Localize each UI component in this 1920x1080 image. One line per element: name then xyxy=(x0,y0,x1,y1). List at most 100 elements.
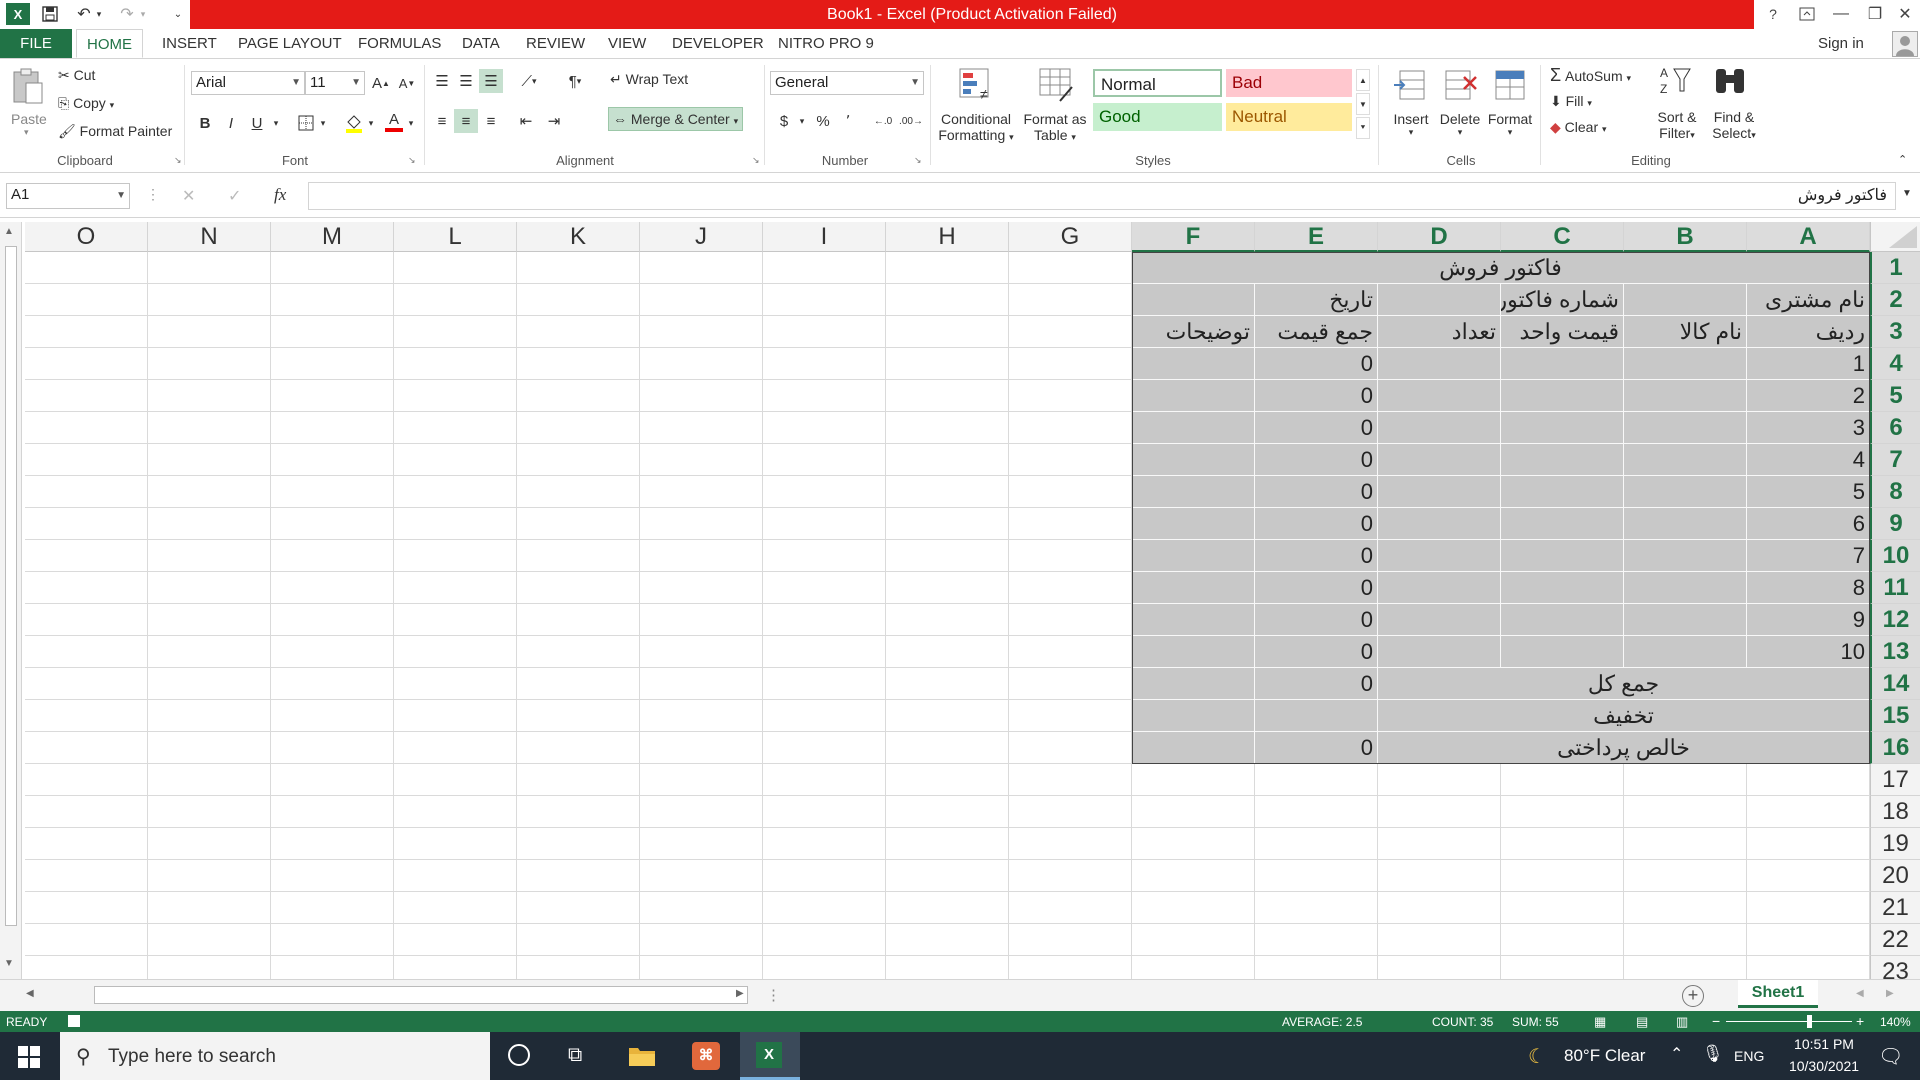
grid-cell[interactable] xyxy=(763,508,886,540)
grid-cell[interactable] xyxy=(271,828,394,860)
grid-cell[interactable] xyxy=(1132,956,1255,979)
row-header[interactable]: 21 xyxy=(1870,892,1920,924)
column-header[interactable]: M xyxy=(271,222,394,252)
delete-cells-button[interactable]: Delete ▾ xyxy=(1436,111,1484,138)
grid-cell[interactable] xyxy=(763,636,886,668)
grid-cell[interactable] xyxy=(1255,764,1378,796)
grid-cell[interactable] xyxy=(394,892,517,924)
grid-cell[interactable] xyxy=(763,764,886,796)
grid-cell[interactable] xyxy=(763,316,886,348)
grid-cell[interactable] xyxy=(886,412,1009,444)
confirm-entry-icon[interactable]: ✓ xyxy=(228,186,241,206)
grid-cell[interactable] xyxy=(886,956,1009,979)
zoom-level[interactable]: 140% xyxy=(1880,1015,1911,1029)
grid-cell[interactable] xyxy=(886,828,1009,860)
grid-cell[interactable] xyxy=(886,700,1009,732)
grid-cell[interactable] xyxy=(1501,636,1624,668)
grand-total-cell[interactable]: 0 xyxy=(1255,668,1378,700)
grid-cell[interactable] xyxy=(763,252,886,284)
search-input[interactable]: Type here to search xyxy=(108,1046,276,1068)
grid-cell[interactable] xyxy=(148,860,271,892)
grid-cell[interactable] xyxy=(271,700,394,732)
tab-review[interactable]: REVIEW xyxy=(516,29,595,58)
grid-cell[interactable] xyxy=(517,284,640,316)
grid-cell[interactable] xyxy=(763,540,886,572)
column-header[interactable]: H xyxy=(886,222,1009,252)
grid-cell[interactable] xyxy=(25,316,148,348)
italic-button[interactable]: I xyxy=(222,111,240,135)
grid-cell[interactable] xyxy=(763,284,886,316)
align-top-icon[interactable]: ☰ xyxy=(430,69,454,93)
font-name-select[interactable]: Arial ▼ xyxy=(191,71,305,95)
vertical-scroll-thumb[interactable] xyxy=(5,246,17,926)
grid-cell[interactable] xyxy=(25,956,148,979)
grid-cell[interactable] xyxy=(517,828,640,860)
grid-cell[interactable] xyxy=(1378,540,1501,572)
close-icon[interactable]: ✕ xyxy=(1890,2,1920,26)
row-total-cell[interactable]: 0 xyxy=(1255,540,1378,572)
grid-cell[interactable] xyxy=(25,668,148,700)
grid-cell[interactable] xyxy=(763,348,886,380)
grid-cell[interactable] xyxy=(1747,956,1870,979)
grid-cell[interactable] xyxy=(271,732,394,764)
grid-cell[interactable] xyxy=(1132,540,1255,572)
grid-cell[interactable] xyxy=(271,508,394,540)
grid-cell[interactable] xyxy=(640,476,763,508)
chevron-up-icon[interactable]: ⌃ xyxy=(1670,1044,1683,1064)
row-header[interactable]: 12 xyxy=(1870,604,1920,636)
file-explorer-icon[interactable] xyxy=(628,1044,656,1072)
grid-cell[interactable] xyxy=(394,348,517,380)
grid-cell[interactable] xyxy=(1009,668,1132,700)
grid-cell[interactable] xyxy=(148,572,271,604)
format-as-table-icon[interactable] xyxy=(1038,67,1074,103)
grid-cell[interactable] xyxy=(886,572,1009,604)
help-button[interactable]: ? xyxy=(1758,2,1788,26)
grid-cell[interactable] xyxy=(886,764,1009,796)
font-color-dropdown-icon[interactable]: ▾ xyxy=(406,111,416,135)
horizontal-scroll-thumb[interactable] xyxy=(94,986,748,1004)
autosum-button[interactable]: Σ AutoSum ▾ xyxy=(1550,65,1631,86)
collapse-ribbon-icon[interactable]: ⌃ xyxy=(1898,153,1907,166)
row-header[interactable]: 17 xyxy=(1870,764,1920,796)
grid-cell[interactable] xyxy=(148,380,271,412)
weather-text[interactable]: 80°F Clear xyxy=(1564,1046,1645,1066)
comma-format-button[interactable]: ٬ xyxy=(838,109,858,133)
grid-cell[interactable] xyxy=(517,860,640,892)
grid-cell[interactable] xyxy=(640,316,763,348)
grid-cell[interactable] xyxy=(1501,956,1624,979)
grid-cell[interactable] xyxy=(886,668,1009,700)
paste-label[interactable]: Paste xyxy=(11,111,47,127)
grid-cell[interactable] xyxy=(517,732,640,764)
grid-cell[interactable] xyxy=(1747,860,1870,892)
grid-cell[interactable] xyxy=(394,956,517,979)
grid-cell[interactable] xyxy=(1132,796,1255,828)
grid-cell[interactable] xyxy=(148,412,271,444)
row-total-cell[interactable]: 0 xyxy=(1255,476,1378,508)
grid-cell[interactable] xyxy=(271,668,394,700)
align-middle-icon[interactable]: ☰ xyxy=(454,69,478,93)
increase-decimal-icon[interactable]: ←.0 xyxy=(870,109,896,133)
grid-cell[interactable] xyxy=(886,444,1009,476)
style-good[interactable]: Good xyxy=(1093,103,1222,131)
grid-cell[interactable] xyxy=(640,284,763,316)
expand-formula-bar-icon[interactable]: ▼ xyxy=(1902,188,1912,199)
grid-cell[interactable] xyxy=(1501,348,1624,380)
grid-cell[interactable] xyxy=(1132,924,1255,956)
page-break-view-icon[interactable]: ▥ xyxy=(1676,1014,1688,1030)
grid-cell[interactable] xyxy=(271,316,394,348)
grid-cell[interactable] xyxy=(517,572,640,604)
align-center-icon[interactable]: ≡ xyxy=(454,109,478,133)
wrap-text-button[interactable]: ↵ Wrap Text xyxy=(610,71,688,88)
column-header[interactable]: L xyxy=(394,222,517,252)
grid-cell[interactable] xyxy=(886,252,1009,284)
sheet-next-icon[interactable]: ▶ xyxy=(1886,988,1894,999)
align-left-icon[interactable]: ≡ xyxy=(430,109,454,133)
grid-cell[interactable] xyxy=(886,316,1009,348)
grid-cell[interactable] xyxy=(1378,444,1501,476)
grid-cell[interactable] xyxy=(1624,764,1747,796)
grid-cell[interactable] xyxy=(640,636,763,668)
grid-cell[interactable] xyxy=(148,476,271,508)
row-header[interactable]: 15 xyxy=(1870,700,1920,732)
zoom-out-icon[interactable]: − xyxy=(1712,1013,1720,1029)
grid-cell[interactable] xyxy=(517,476,640,508)
